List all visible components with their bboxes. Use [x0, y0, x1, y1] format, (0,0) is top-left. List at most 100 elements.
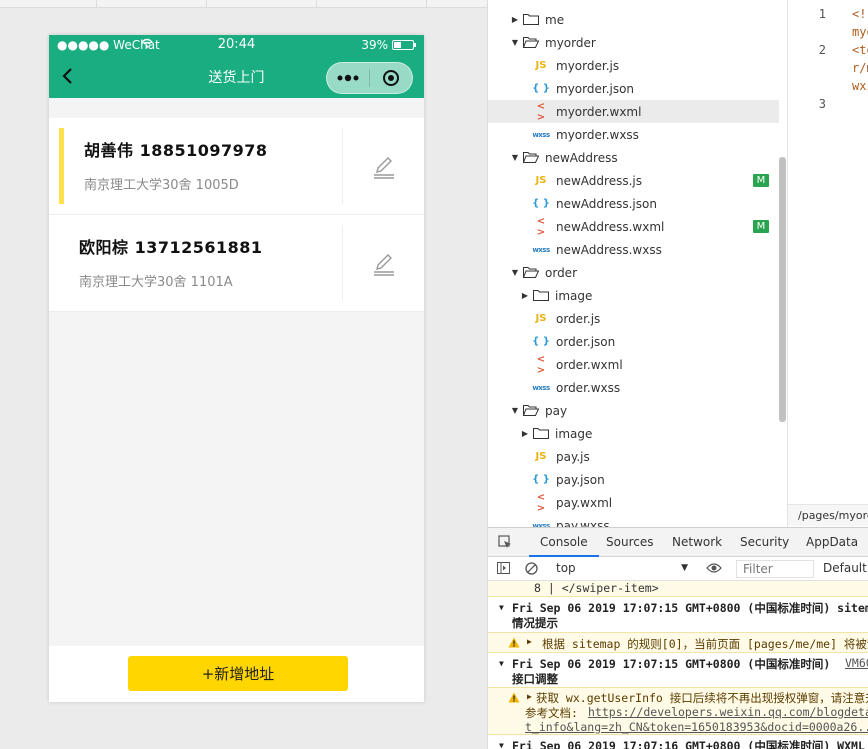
- console-group-title: 接口调整: [512, 672, 558, 686]
- tree-file[interactable]: wxss newAddress.wxss: [488, 238, 779, 261]
- file-tree: ▶ me ▼ myorder JS myorder.js { } myorder.json < …: [488, 0, 787, 527]
- tree-file[interactable]: wxss pay.wxss: [488, 514, 779, 528]
- tree-file[interactable]: JS order.js: [488, 307, 779, 330]
- doc-label: 参考文档:: [525, 706, 578, 720]
- address-list: 胡善伟 18851097978 南京理工大学30舍 1005D 欧阳棕 1371…: [49, 118, 424, 312]
- edit-address-button[interactable]: [342, 225, 424, 301]
- expand-triangle-icon: ▶: [527, 692, 532, 701]
- address-item[interactable]: 胡善伟 18851097978 南京理工大学30舍 1005D: [49, 118, 424, 215]
- code-line: <te: [852, 43, 868, 57]
- code-editor[interactable]: 1 <! myo 2 <te r/m wxs 3 /pages/myorder/: [787, 0, 868, 527]
- js-file-icon: JS: [535, 451, 547, 462]
- tree-folder[interactable]: ▼ pay: [488, 399, 779, 422]
- battery-indicator: 39%: [361, 38, 416, 52]
- code-line: r/m: [852, 61, 868, 75]
- caret-down-icon: ▼: [511, 268, 519, 277]
- devtools-tabs: Console Sources Network Security AppData: [488, 527, 868, 557]
- more-dots-icon: [337, 74, 359, 82]
- clear-console-button[interactable]: [525, 562, 538, 578]
- sidebar-toggle-button[interactable]: [497, 562, 510, 577]
- tree-item-label: myorder: [545, 35, 596, 50]
- line-number: 2: [818, 43, 826, 57]
- tree-folder[interactable]: ▶ image: [488, 422, 779, 445]
- doc-link[interactable]: https://developers.weixin.qq.com/blogdet…: [588, 705, 868, 719]
- address-item[interactable]: 欧阳棕 13712561881 南京理工大学30舍 1101A: [49, 215, 424, 312]
- more-button[interactable]: [327, 63, 369, 93]
- tree-file[interactable]: { } pay.json: [488, 468, 779, 491]
- tree-item-label: myorder.wxss: [556, 127, 639, 142]
- tree-folder[interactable]: ▼ newAddress: [488, 146, 779, 169]
- wxml-file-icon: < >: [536, 491, 546, 514]
- address-name-phone: 欧阳棕 13712561881: [79, 238, 263, 257]
- tree-folder[interactable]: ▶ image: [488, 284, 779, 307]
- tree-file[interactable]: JS pay.js: [488, 445, 779, 468]
- tree-item-label: pay: [545, 403, 568, 418]
- inspect-cursor-icon: [498, 535, 511, 548]
- tree-item-label: pay.js: [556, 449, 590, 464]
- log-levels-select[interactable]: Default levels: [823, 561, 868, 575]
- tree-file[interactable]: wxss order.wxss: [488, 376, 779, 399]
- tree-file[interactable]: { } order.json: [488, 330, 779, 353]
- tree-file[interactable]: { } newAddress.json: [488, 192, 779, 215]
- expand-triangle-icon: ▼: [499, 603, 504, 612]
- tree-item-label: order.wxss: [556, 380, 621, 395]
- tab-sources[interactable]: Sources: [606, 528, 653, 557]
- phone-screen: ●●●●● WeChat 20:44 39% 送货上门 胡善伟 18851097…: [49, 35, 424, 702]
- tab-console[interactable]: Console: [529, 528, 599, 557]
- wxss-file-icon: wxss: [532, 245, 550, 254]
- caret-down-icon: ▼: [511, 38, 519, 47]
- console-output[interactable]: 8 | </swiper-item> ▼ Fri Sep 06 2019 17:…: [488, 581, 868, 749]
- tree-item-label: order.wxml: [556, 357, 623, 372]
- tree-item-label: newAddress.wxss: [556, 242, 662, 257]
- caret-down-icon: ▼: [511, 153, 519, 162]
- tree-item-label: pay.json: [556, 472, 605, 487]
- folder-icon: [533, 428, 549, 439]
- tree-file[interactable]: < > newAddress.wxml M: [488, 215, 779, 238]
- warning-text: 根据 sitemap 的规则[0]，当前页面 [pages/me/me] 将被索…: [542, 637, 868, 651]
- status-bar: ●●●●● WeChat 20:44 39%: [49, 35, 424, 55]
- add-address-button[interactable]: +新增地址: [128, 656, 348, 691]
- tree-file[interactable]: < > myorder.wxml: [488, 100, 779, 123]
- json-file-icon: { }: [532, 474, 550, 485]
- console-filter-input[interactable]: [736, 560, 814, 578]
- tree-folder[interactable]: ▼ order: [488, 261, 779, 284]
- tree-file[interactable]: JS myorder.js: [488, 54, 779, 77]
- context-select[interactable]: top ▼: [556, 559, 692, 578]
- tree-item-label: newAddress.json: [556, 196, 657, 211]
- close-miniprogram-button[interactable]: [370, 63, 412, 93]
- console-code-line: 8 | </swiper-item>: [488, 581, 868, 597]
- folder-open-icon: [523, 37, 539, 48]
- edit-pencil-icon: [373, 254, 394, 276]
- eye-button[interactable]: [706, 562, 722, 577]
- edit-pencil-icon: [373, 157, 394, 179]
- tree-folder[interactable]: ▶ me: [488, 8, 779, 31]
- tab-appdata[interactable]: AppData: [806, 528, 858, 557]
- tree-file[interactable]: JS newAddress.js M: [488, 169, 779, 192]
- tree-file[interactable]: < > pay.wxml: [488, 491, 779, 514]
- tree-item-label: pay.wxss: [556, 518, 610, 528]
- edit-address-button[interactable]: [342, 128, 424, 204]
- console-source-link[interactable]: VM60: [845, 656, 868, 670]
- console-group-header[interactable]: ▼ Fri Sep 06 2019 17:07:15 GMT+0800 (中国标…: [488, 656, 868, 672]
- doc-link-continued[interactable]: t_info&lang=zh_CN&token=1650183953&docid…: [525, 720, 868, 734]
- tree-file[interactable]: < > order.wxml: [488, 353, 779, 376]
- simulator-toolbar: [0, 0, 487, 8]
- console-group-header[interactable]: ▼ Fri Sep 06 2019 17:07:16 GMT+0800 (中国标…: [488, 738, 868, 749]
- eye-icon: [706, 563, 722, 573]
- inspect-element-button[interactable]: [498, 535, 512, 549]
- caret-right-icon: ▶: [521, 291, 529, 300]
- address-detail: 南京理工大学30舍 1005D: [84, 178, 239, 193]
- tab-security[interactable]: Security: [740, 528, 789, 557]
- tree-item-label: newAddress: [545, 150, 618, 165]
- file-tree-scrollbar[interactable]: [779, 157, 786, 422]
- tab-network[interactable]: Network: [672, 528, 722, 557]
- folder-icon: [533, 290, 549, 301]
- tree-file[interactable]: wxss myorder.wxss: [488, 123, 779, 146]
- console-group-header[interactable]: ▼ Fri Sep 06 2019 17:07:15 GMT+0800 (中国标…: [488, 600, 868, 616]
- tree-item-label: image: [555, 288, 593, 303]
- folder-open-icon: [523, 405, 539, 416]
- tree-folder[interactable]: ▼ myorder: [488, 31, 779, 54]
- folder-open-icon: [523, 267, 539, 278]
- tree-file[interactable]: { } myorder.json: [488, 77, 779, 100]
- code-line: myo: [852, 25, 868, 39]
